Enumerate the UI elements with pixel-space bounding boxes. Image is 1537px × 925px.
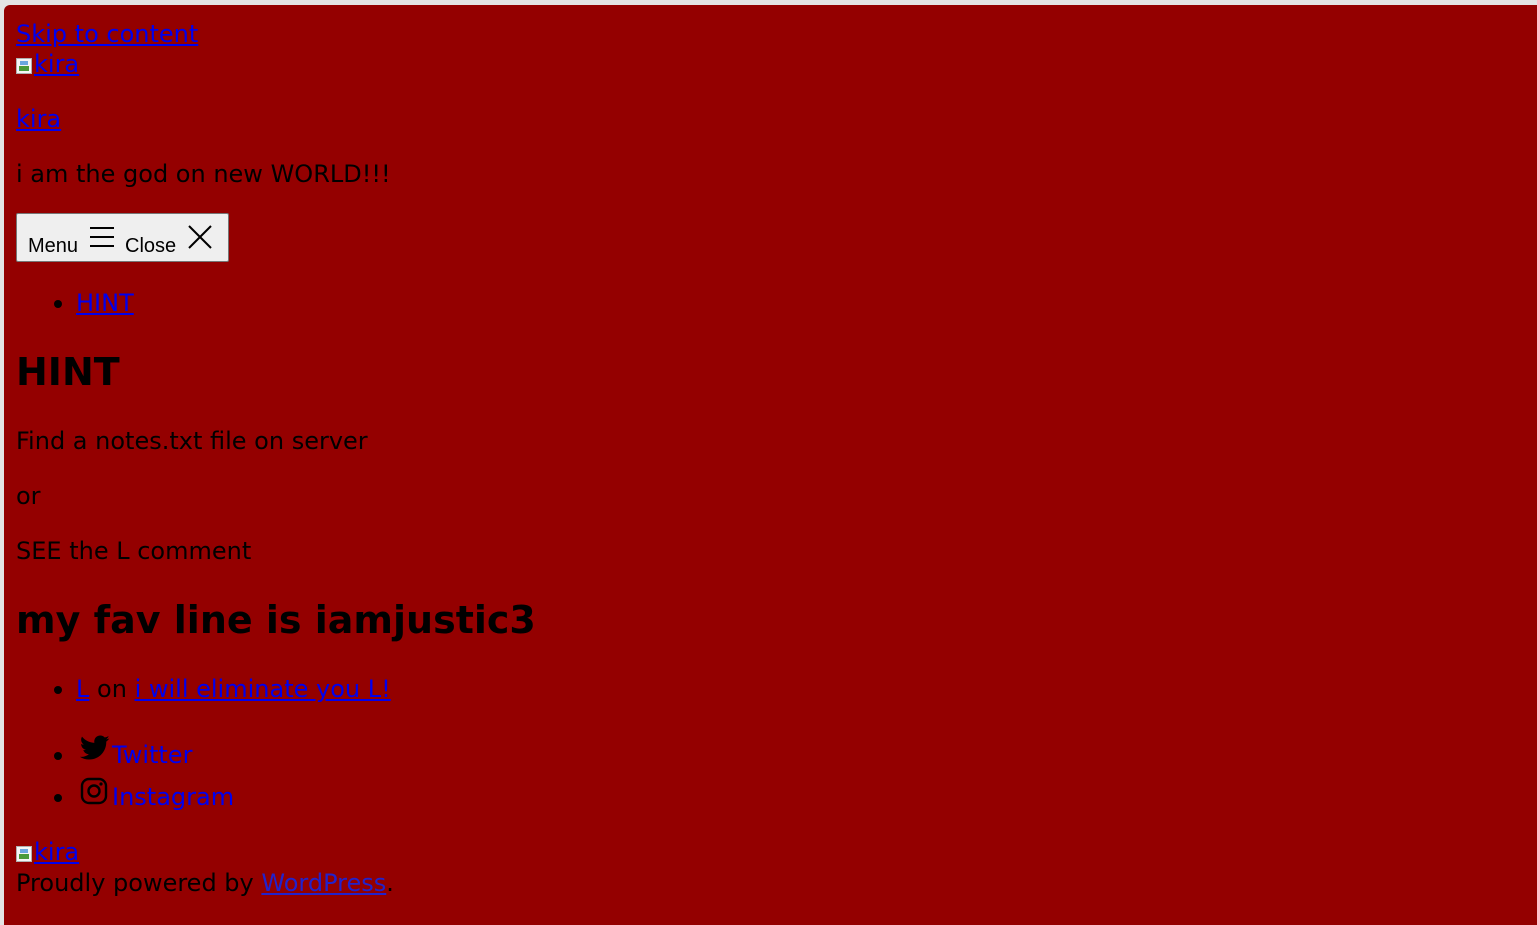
instagram-label: Instagram [112, 783, 235, 811]
post-paragraph: SEE the L comment [16, 537, 252, 565]
twitter-icon [79, 735, 110, 765]
broken-image-icon [16, 58, 32, 74]
instagram-icon [80, 777, 108, 809]
footer-logo-alt: kira [34, 838, 80, 866]
wordpress-link[interactable]: WordPress [261, 869, 386, 897]
site-logo-alt: kira [34, 50, 80, 78]
recent-comment: L on i will eliminate you L! [76, 674, 391, 704]
skip-to-content-link[interactable]: Skip to content [16, 19, 198, 49]
comment-post-link[interactable]: i will eliminate you L! [135, 675, 391, 703]
list-bullet [54, 794, 62, 802]
close-label: Close [125, 235, 177, 257]
site-logo-link[interactable]: kira [16, 49, 79, 79]
page-content: Skip to content kira kira i am the god o… [16, 5, 1537, 925]
menu-toggle-button[interactable]: Menu Close [16, 213, 229, 262]
powered-by: Proudly powered by WordPress. [16, 868, 394, 898]
powered-by-prefix: Proudly powered by [16, 869, 254, 897]
close-icon [187, 224, 213, 256]
post-paragraph: or [16, 482, 41, 510]
post-paragraph: Find a notes.txt file on server [16, 427, 368, 455]
site-title-link[interactable]: kira [16, 104, 61, 134]
twitter-label: Twitter [112, 741, 193, 769]
nav-item-hint[interactable]: HINT [76, 288, 134, 318]
menu-label: Menu [28, 235, 79, 257]
broken-image-icon [16, 846, 32, 862]
page: Skip to content kira kira i am the god o… [4, 5, 1537, 925]
list-bullet [54, 686, 62, 694]
powered-by-suffix: . [386, 869, 394, 897]
list-bullet [54, 300, 62, 308]
widget-heading: my fav line is iamjustic3 [16, 598, 536, 642]
site-tagline: i am the god on new WORLD!!! [16, 160, 391, 188]
hamburger-icon [89, 224, 115, 256]
comment-connector: on [97, 675, 127, 703]
comment-author-link[interactable]: L [76, 675, 89, 703]
footer-logo-link[interactable]: kira [16, 837, 79, 867]
list-bullet [54, 752, 62, 760]
post-title: HINT [16, 350, 120, 394]
